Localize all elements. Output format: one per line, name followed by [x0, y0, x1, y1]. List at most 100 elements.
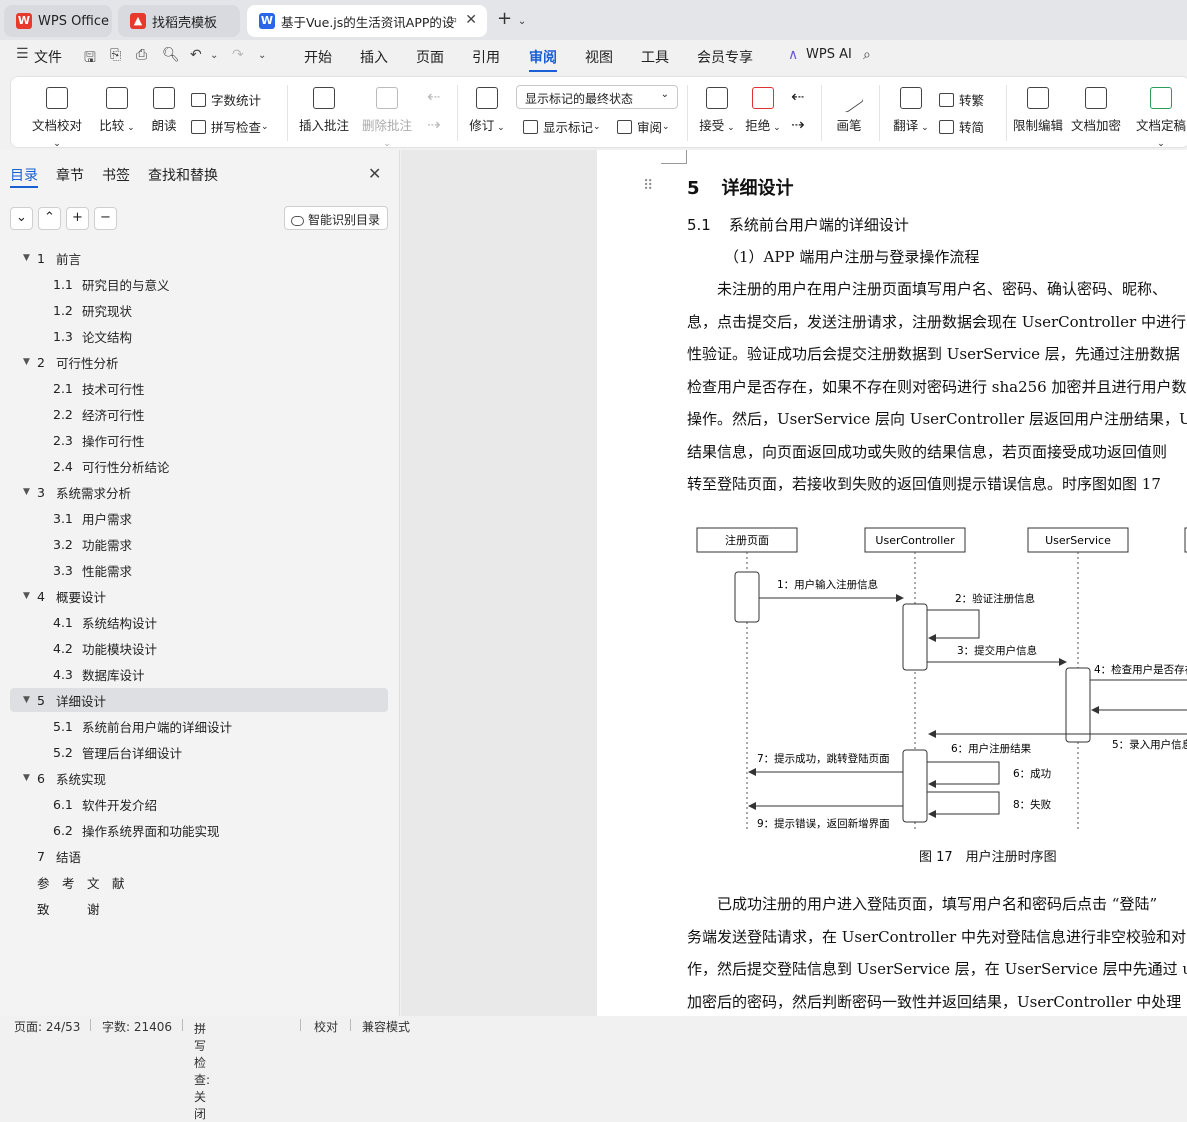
next-comment-icon[interactable]: ⇢: [427, 115, 440, 134]
prev-revision-icon[interactable]: ⇠: [791, 87, 804, 106]
window-icon[interactable]: ▭: [447, 13, 457, 26]
markup-state-select[interactable]: 显示标记的最终状态 ⌄: [516, 85, 678, 109]
word-count-status[interactable]: 字数: 21406: [102, 1018, 172, 1035]
toc-item[interactable]: ▼ 1 前言: [10, 246, 388, 270]
expand-arrow-icon[interactable]: ▼: [23, 695, 30, 705]
toc-item[interactable]: ▼ 4 概要设计: [10, 584, 388, 608]
spell-check-button[interactable]: 拼写检查 ⌄: [191, 117, 269, 136]
expand-arrow-icon[interactable]: ▼: [23, 357, 30, 367]
tab-bookmarks[interactable]: 书签: [102, 165, 130, 185]
save-icon[interactable]: 🖫: [84, 47, 96, 71]
print-icon[interactable]: ⎙: [136, 47, 147, 63]
expand-arrow-icon[interactable]: ▼: [23, 253, 30, 263]
close-icon[interactable]: ✕: [368, 164, 381, 183]
insert-comment-button[interactable]: 插入批注: [299, 87, 349, 134]
undo-dropdown-icon[interactable]: ⌄: [210, 50, 218, 61]
remove-heading-button[interactable]: −: [94, 207, 117, 230]
pen-button[interactable]: 画笔: [831, 82, 867, 134]
show-markup-button[interactable]: 显示标记 ⌄: [523, 117, 601, 136]
collapse-up-button[interactable]: ⌃: [38, 207, 61, 230]
toc-item[interactable]: 3.1 用户需求: [10, 506, 388, 530]
toc-item[interactable]: 3.3 性能需求: [10, 558, 388, 582]
share-icon[interactable]: ⎘: [110, 47, 121, 63]
toc-item[interactable]: 6.1 软件开发介绍: [10, 792, 388, 816]
toc-item[interactable]: ▼ 5 详细设计: [10, 688, 388, 712]
toc-item[interactable]: ▼ 6 系统实现: [10, 766, 388, 790]
toc-item[interactable]: 1.3 论文结构: [10, 324, 388, 348]
accept-button[interactable]: 接受 ⌄: [697, 87, 737, 134]
toc-item[interactable]: 5.1 系统前台用户端的详细设计: [10, 714, 388, 738]
expand-arrow-icon[interactable]: ▼: [23, 773, 30, 783]
reject-button[interactable]: 拒绝 ⌄: [743, 87, 783, 134]
new-tab-icon[interactable]: + ⌄: [497, 8, 526, 29]
menu-file[interactable]: 文件: [34, 47, 62, 67]
prev-comment-icon[interactable]: ⇠: [427, 87, 440, 106]
menu-start[interactable]: 开始: [304, 47, 332, 67]
next-revision-icon[interactable]: ⇢: [791, 115, 804, 134]
tab-toc[interactable]: 目录: [10, 165, 38, 185]
delete-comment-button[interactable]: 删除批注 ⌄: [359, 87, 415, 149]
divider: [90, 1019, 91, 1031]
menu-reference[interactable]: 引用: [472, 47, 500, 67]
tab-wps-office[interactable]: W WPS Office: [4, 5, 112, 37]
toc-item[interactable]: 2.4 可行性分析结论: [10, 454, 388, 478]
menu-tools[interactable]: 工具: [641, 47, 669, 67]
review-pane-button[interactable]: 审阅 ⌄: [617, 117, 670, 136]
tab-find-replace[interactable]: 查找和替换: [148, 165, 218, 185]
toc-item[interactable]: 5.2 管理后台详细设计: [10, 740, 388, 764]
translate-button[interactable]: 翻译 ⌄: [891, 87, 931, 134]
tab-document[interactable]: W 基于Vue.js的生活资讯APP的设 ▭ ✕: [247, 5, 487, 37]
toc-item[interactable]: 2.3 操作可行性: [10, 428, 388, 452]
toc-item[interactable]: 致 谢: [10, 896, 388, 920]
toc-item[interactable]: 4.1 系统结构设计: [10, 610, 388, 634]
expand-arrow-icon[interactable]: ▼: [23, 591, 30, 601]
restrict-edit-button[interactable]: 限制编辑: [1013, 87, 1063, 134]
redo-icon[interactable]: ↷: [232, 47, 244, 63]
drag-handle-icon[interactable]: ⠿: [643, 178, 653, 194]
toc-item[interactable]: ▼ 3 系统需求分析: [10, 480, 388, 504]
toc-item[interactable]: 7 结语: [10, 844, 388, 868]
more-dropdown-icon[interactable]: ⌄: [258, 50, 266, 61]
page-indicator[interactable]: 页面: 24/53: [14, 1018, 80, 1035]
to-traditional-button[interactable]: 转繁: [939, 90, 984, 109]
smart-toc-button[interactable]: 智能识别目录: [284, 206, 388, 230]
finalize-button[interactable]: 文档定稿 ⌄: [1131, 87, 1187, 149]
encrypt-button[interactable]: 文档加密: [1071, 87, 1121, 134]
menu-insert[interactable]: 插入: [360, 47, 388, 67]
toc-item[interactable]: 4.3 数据库设计: [10, 662, 388, 686]
toc-item[interactable]: 2.1 技术可行性: [10, 376, 388, 400]
collapse-down-button[interactable]: ⌄: [10, 207, 33, 230]
add-heading-button[interactable]: +: [66, 207, 89, 230]
menu-view[interactable]: 视图: [585, 47, 613, 67]
hamburger-icon[interactable]: ☰: [16, 46, 29, 62]
chevron-down-icon[interactable]: ⌄: [518, 16, 526, 27]
undo-icon[interactable]: ↶: [190, 47, 202, 63]
toc-item[interactable]: 2.2 经济可行性: [10, 402, 388, 426]
search-icon[interactable]: ⌕: [863, 47, 871, 63]
expand-arrow-icon[interactable]: ▼: [23, 487, 30, 497]
toc-item[interactable]: ▼ 2 可行性分析: [10, 350, 388, 374]
print-preview-icon[interactable]: 🔍︎: [162, 47, 180, 63]
menu-wps-ai[interactable]: WPS AI: [806, 47, 852, 62]
message-label: 3：提交用户信息: [957, 644, 1037, 657]
tab-chapters[interactable]: 章节: [56, 165, 84, 185]
toc-item[interactable]: 1.1 研究目的与意义: [10, 272, 388, 296]
revise-button[interactable]: 修订 ⌄: [469, 87, 505, 134]
toc-item[interactable]: 参 考 文 献: [10, 870, 388, 894]
proof-status[interactable]: 校对: [314, 1018, 338, 1035]
to-simplified-button[interactable]: 转简: [939, 117, 984, 136]
word-count-button[interactable]: 字数统计: [191, 90, 261, 109]
document-page[interactable]: ⠿ 5 详细设计 5.1 系统前台用户端的详细设计 （1）APP 端用户注册与登录操…: [597, 150, 1187, 1016]
compare-button[interactable]: 比较 ⌄: [97, 87, 137, 134]
read-aloud-button[interactable]: 朗读: [149, 87, 179, 134]
menu-vip[interactable]: 会员专享: [697, 47, 753, 67]
toc-item[interactable]: 6.2 操作系统界面和功能实现: [10, 818, 388, 842]
close-tab-icon[interactable]: ✕: [465, 12, 477, 28]
toc-item[interactable]: 3.2 功能需求: [10, 532, 388, 556]
toc-item[interactable]: 4.2 功能模块设计: [10, 636, 388, 660]
menu-page[interactable]: 页面: [416, 47, 444, 67]
menu-review[interactable]: 审阅: [529, 47, 557, 72]
doc-proof-button[interactable]: 文档校对 ⌄: [29, 87, 85, 149]
toc-item[interactable]: 1.2 研究现状: [10, 298, 388, 322]
tab-template[interactable]: ▲ 找稻壳模板: [118, 5, 240, 37]
